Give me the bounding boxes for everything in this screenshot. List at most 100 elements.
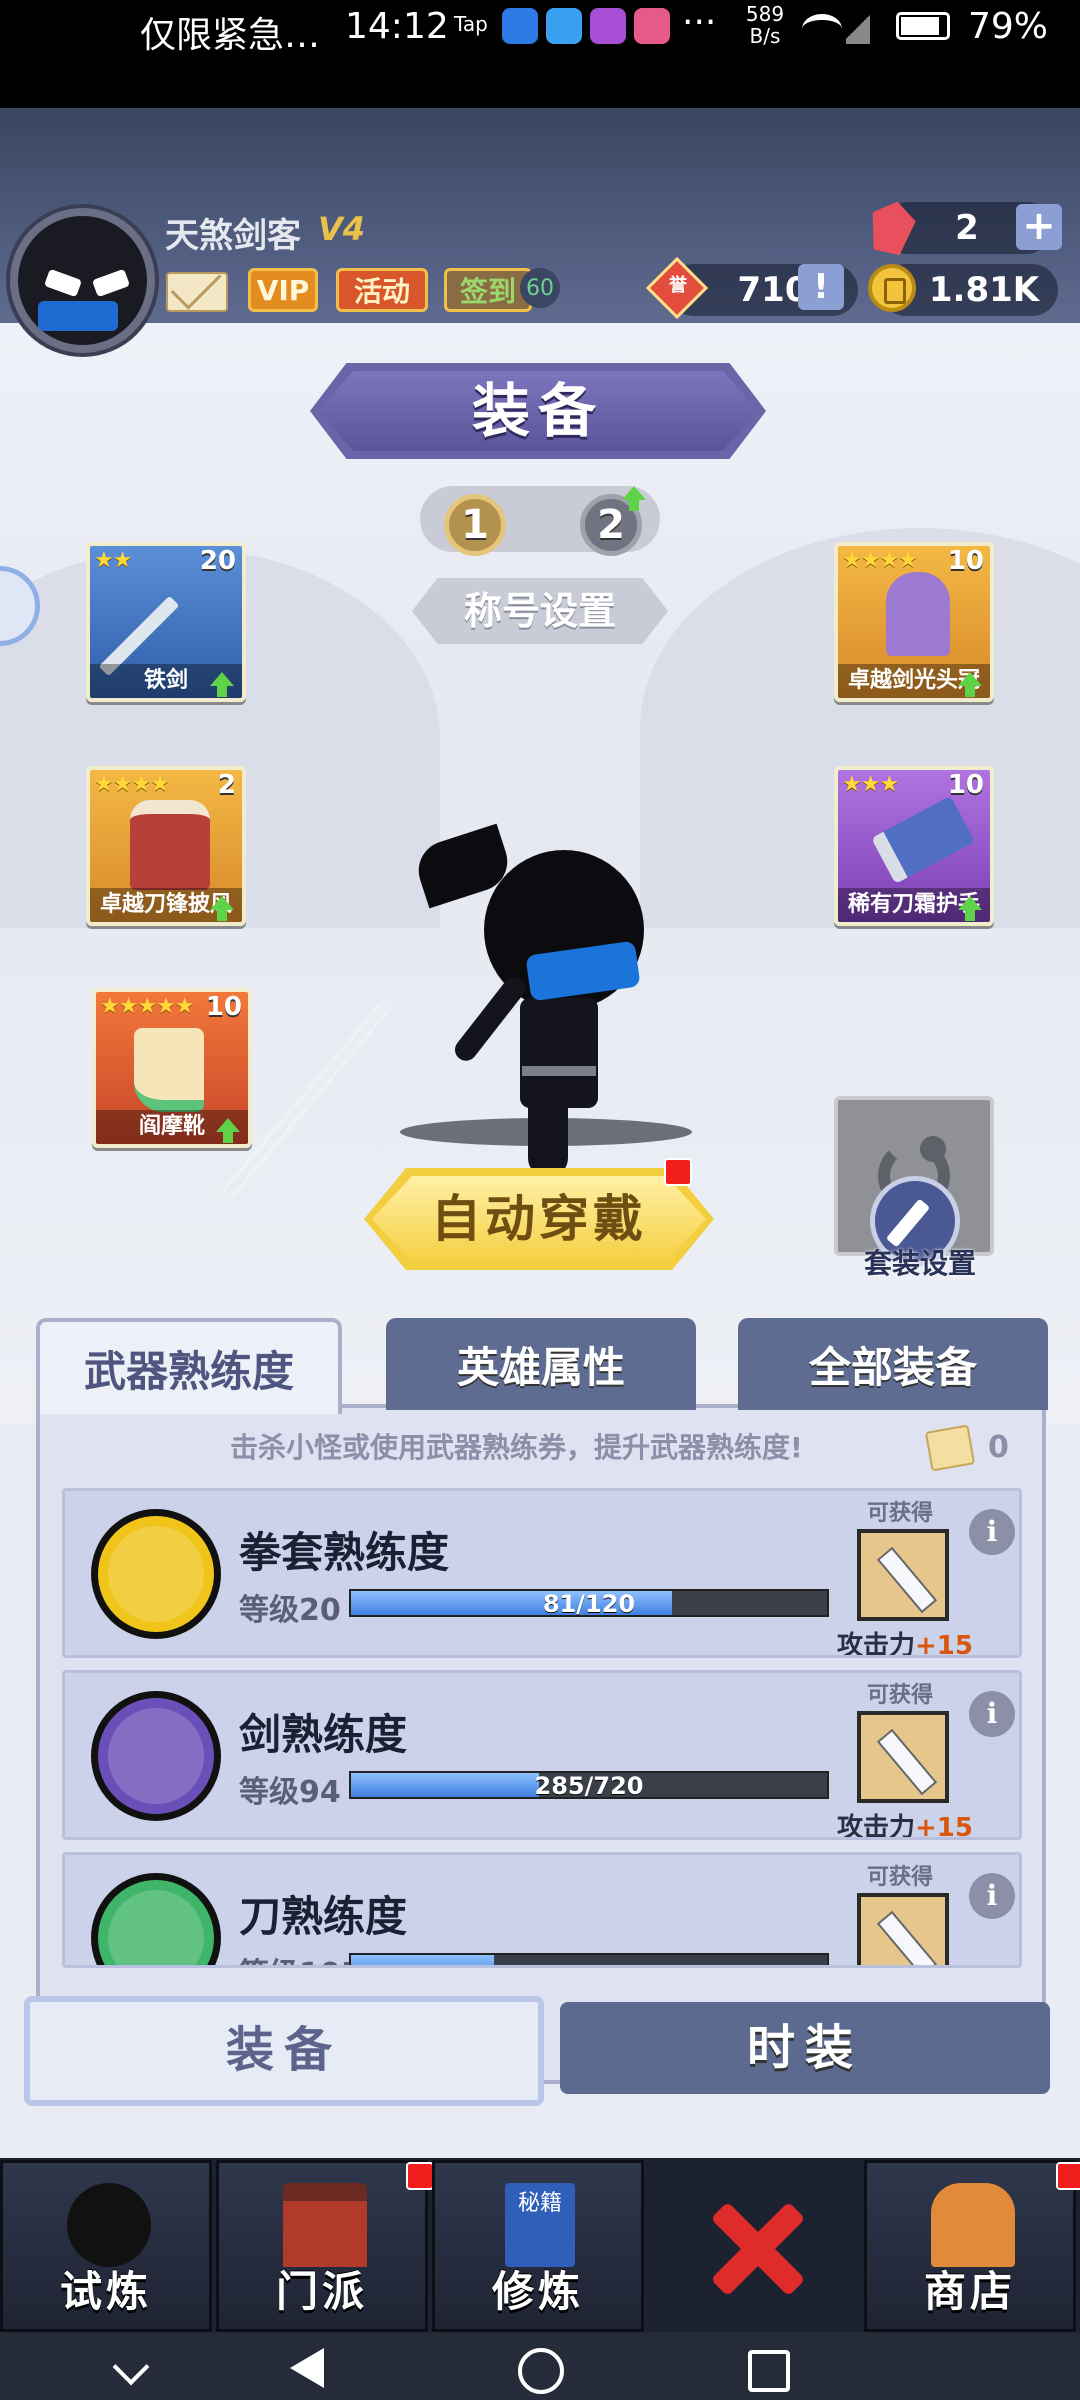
net-speed-value: 589 [745, 2, 785, 26]
proficiency-progress-bar: 81/120 [349, 1589, 829, 1617]
ninja-icon [67, 2183, 151, 2267]
reward-sword-icon[interactable] [857, 1893, 949, 1965]
recents-icon[interactable] [748, 2350, 790, 2392]
slot-stars: ★★ [94, 548, 132, 573]
slot-stars: ★★★★★ [100, 994, 195, 1019]
shop-icon [931, 2183, 1015, 2267]
equip-slot-cape[interactable]: ★★★★ 2 卓越刀锋披风 [86, 766, 246, 926]
equip-slot-weapon[interactable]: ★★ 20 铁剑 [86, 542, 246, 702]
add-gems-button[interactable]: + [1016, 204, 1062, 250]
proficiency-row[interactable]: 剑熟练度 等级94 285/720 可获得 攻击力+15 i [62, 1670, 1022, 1840]
progress-text: 81/120 [542, 1590, 636, 1618]
gauntlet-icon [871, 795, 975, 885]
notification-dot [406, 2162, 434, 2190]
back-icon[interactable] [290, 2348, 324, 2388]
nav-label: 试炼 [59, 2267, 152, 2316]
hide-keyboard-icon[interactable] [112, 2348, 150, 2386]
proficiency-row[interactable]: 拳套熟练度 等级20 81/120 可获得 攻击力+15 i [62, 1488, 1022, 1658]
slot-level: 2 [217, 770, 236, 800]
proficiency-title: 拳套熟练度 [239, 1528, 450, 1577]
sword-icon [91, 1691, 221, 1821]
loadout-page-1[interactable]: 1 [444, 494, 506, 556]
equip-slot-boots[interactable]: ★★★★★ 10 阎摩靴 [92, 988, 252, 1148]
equip-title: 装备 [471, 377, 604, 445]
nav-shop[interactable]: 商店 [864, 2160, 1076, 2332]
blade-icon [91, 1873, 221, 1965]
upgrade-arrow-icon [210, 672, 234, 697]
signal-icon [846, 10, 870, 44]
honor-icon-label: 誉 [669, 275, 687, 296]
gauntlet-icon [91, 1509, 221, 1639]
sign-in-button[interactable]: 签到 [444, 268, 532, 312]
nav-label: 商店 [923, 2267, 1016, 2316]
equip-slot-helmet[interactable]: ★★★★ 10 卓越剑光头冠 [834, 542, 994, 702]
tab-all-equipment[interactable]: 全部装备 [738, 1318, 1048, 1410]
info-button[interactable]: i [969, 1691, 1015, 1737]
crossed-swords-icon[interactable] [706, 2198, 806, 2298]
reward-sword-icon[interactable] [857, 1711, 949, 1803]
battery-icon [896, 12, 950, 40]
reward-value: +15 [915, 1813, 973, 1840]
status-bar: 仅限紧急… 14:12 Tap ··· 589 B/s 79% [0, 0, 1080, 108]
proficiency-level: 等级105 [239, 1949, 362, 1965]
nav-cultivate[interactable]: 秘籍 修炼 [432, 2160, 644, 2332]
avatar-eye [91, 268, 131, 298]
upgrade-arrow-icon [958, 672, 982, 697]
progress-text: 285/720 [534, 1772, 644, 1800]
book-icon-text: 秘籍 [517, 2191, 562, 2216]
wifi-icon [802, 14, 842, 44]
reward-value: +15 [915, 1631, 973, 1658]
activity-button[interactable]: 活动 [336, 268, 428, 312]
net-speed-unit: B/s [749, 24, 781, 48]
reward-sword-icon[interactable] [857, 1529, 949, 1621]
slot-stars: ★★★★ [94, 772, 170, 797]
more-notifications-icon: ··· [682, 2, 717, 43]
proficiency-row[interactable]: 刀熟练度等级105可获得攻击力+15i [62, 1852, 1022, 1968]
honor-info-button[interactable]: ! [798, 264, 844, 310]
suit-setting-label: 套装设置 [863, 1247, 976, 1280]
slot-level: 10 [205, 992, 242, 1022]
tab-weapon-proficiency[interactable]: 武器熟练度 [36, 1318, 342, 1414]
equip-slot-gauntlet[interactable]: ★★★ 10 稀有刀霜护手 [834, 766, 994, 926]
nav-label: 修炼 [491, 2267, 584, 2316]
obtainable-label: 可获得 [867, 1683, 934, 1708]
avatar-scarf [38, 301, 118, 331]
cloud-icon [546, 8, 582, 44]
obtainable-label: 可获得 [867, 1865, 934, 1890]
avatar[interactable] [10, 208, 155, 353]
vip-button[interactable]: VIP [248, 268, 318, 312]
title-setting-button[interactable]: 称号设置 [412, 578, 668, 644]
nav-label: 门派 [275, 2267, 368, 2316]
app-icon-1 [502, 8, 538, 44]
slot-stars: ★★★★ [842, 548, 918, 573]
system-nav-bar [0, 2332, 1080, 2400]
hero-leg [528, 1088, 568, 1178]
cape-icon [130, 800, 210, 890]
mail-icon[interactable] [166, 272, 228, 312]
wrench-icon [885, 1198, 931, 1248]
reward-label: 攻击力+15 [837, 1807, 973, 1840]
scroll-count: 0 [988, 1430, 1009, 1465]
tab-equipment[interactable]: 装备 [24, 1996, 544, 2106]
upgrade-arrow-icon [958, 896, 982, 921]
auto-equip-label: 自动穿戴 [431, 1190, 647, 1248]
proficiency-progress-bar: 285/720 [349, 1771, 829, 1799]
nav-trial[interactable]: 试炼 [0, 2160, 212, 2332]
notification-dot [1056, 2162, 1080, 2190]
sign-in-badge: 60 [520, 268, 560, 308]
tab-hero-attributes[interactable]: 英雄属性 [386, 1318, 696, 1410]
upgrade-arrow-icon [210, 896, 234, 921]
tab-fashion[interactable]: 时装 [560, 2002, 1050, 2094]
home-icon[interactable] [518, 2348, 564, 2394]
auto-equip-button[interactable]: 自动穿戴 [364, 1168, 714, 1270]
book-icon: 秘籍 [505, 2183, 575, 2267]
game-app-icon [590, 8, 626, 44]
info-button[interactable]: i [969, 1873, 1015, 1919]
proficiency-hint: 击杀小怪或使用武器熟练券，提升武器熟练度! [230, 1431, 803, 1464]
proficiency-progress-bar [349, 1953, 829, 1965]
scroll-icon [924, 1424, 976, 1472]
boots-icon [134, 1028, 204, 1112]
slot-level: 10 [947, 546, 984, 576]
nav-sect[interactable]: 门派 [216, 2160, 428, 2332]
info-button[interactable]: i [969, 1509, 1015, 1555]
